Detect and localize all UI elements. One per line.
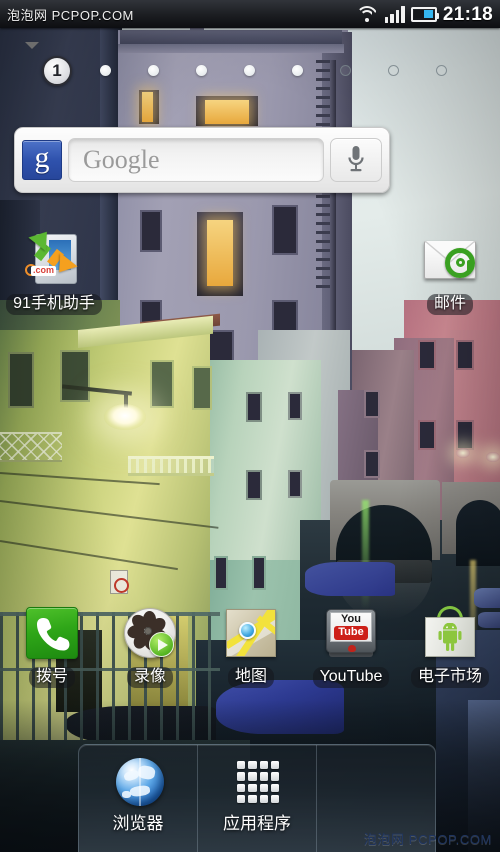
android-robot-icon <box>438 623 462 651</box>
google-search-widget[interactable]: g Google <box>14 127 390 193</box>
page-dot-active[interactable] <box>100 65 111 76</box>
wallpaper-window <box>364 390 380 418</box>
wallpaper-window <box>418 340 436 370</box>
status-bar-watermark: 泡泡网 PCPOP.COM <box>7 7 134 23</box>
page-dot-inactive[interactable] <box>436 65 447 76</box>
film-reel-icon <box>121 605 179 663</box>
app-label: 地图 <box>227 667 274 689</box>
google-logo-icon[interactable]: g <box>22 140 62 180</box>
wallpaper-sign <box>110 570 129 594</box>
wallpaper-lamp-glow <box>486 452 500 462</box>
wallpaper-window <box>192 366 212 410</box>
dock-item-app-drawer[interactable]: 应用程序 <box>197 745 316 852</box>
wallpaper-window <box>272 205 298 255</box>
microphone-icon <box>348 146 364 172</box>
footer-watermark: 泡泡网 PCPOP.COM <box>363 832 492 847</box>
wallpaper-window <box>418 420 436 450</box>
91-assistant-icon: .com <box>25 224 83 290</box>
empty-slot-icon <box>349 755 403 809</box>
wallpaper-window <box>456 340 474 370</box>
app-label: 拨号 <box>28 667 75 689</box>
wallpaper-window-lit <box>207 220 233 286</box>
wallpaper-window <box>364 450 380 478</box>
status-bar-clock: 21:18 <box>442 3 493 25</box>
app-label: 录像 <box>126 667 173 689</box>
app-icon-91-assistant[interactable]: .com 91手机助手 <box>6 224 102 316</box>
dock-item-browser[interactable]: 浏览器 <box>79 745 197 852</box>
wallpaper-street-lamp-glow <box>104 404 146 430</box>
app-label: 邮件 <box>426 294 473 316</box>
wallpaper-window <box>246 470 262 500</box>
app-icon-mail[interactable]: 邮件 <box>402 232 498 316</box>
wallpaper-building-center-roof <box>120 30 342 44</box>
wallpaper-window <box>60 350 90 402</box>
page-dot-active[interactable] <box>244 65 255 76</box>
wallpaper-balcony-iron <box>0 432 62 462</box>
91-assistant-com-text: .com <box>31 265 57 276</box>
app-icon-market[interactable]: 电子市场 <box>402 605 498 689</box>
wallpaper-window <box>288 470 302 498</box>
dock-label: 浏览器 <box>112 814 164 833</box>
wallpaper-window <box>214 556 228 590</box>
wifi-icon <box>355 5 379 23</box>
wallpaper-window-lit <box>205 100 249 124</box>
page-dot-active[interactable] <box>196 65 207 76</box>
app-label: 电子市场 <box>410 667 489 689</box>
market-bag-icon <box>421 605 479 663</box>
mail-icon <box>421 232 479 290</box>
app-icon-youtube[interactable]: You Tube YouTube <box>303 605 399 689</box>
status-bar[interactable]: 泡泡网 PCPOP.COM 21:18 <box>0 0 500 28</box>
wallpaper-bridge-far-arch <box>456 500 500 566</box>
app-label: YouTube <box>312 667 390 689</box>
youtube-logo-bottom: Tube <box>334 626 368 640</box>
page-indicator: 1 <box>0 56 500 90</box>
youtube-icon: You Tube <box>322 605 380 663</box>
wallpaper-window <box>140 210 162 252</box>
wallpaper-window <box>150 360 174 408</box>
search-input[interactable]: Google <box>68 138 324 182</box>
page-number-badge: 1 <box>42 56 72 86</box>
wallpaper-building-center-cornice <box>118 44 344 53</box>
status-bar-indicators: 21:18 <box>355 5 500 24</box>
google-logo-letter: g <box>34 141 50 174</box>
wallpaper-window <box>288 392 302 420</box>
page-dot-inactive[interactable] <box>340 65 351 76</box>
wallpaper-lamp-glow <box>456 448 470 458</box>
wallpaper-window <box>252 556 266 590</box>
wallpaper-window <box>246 392 262 422</box>
voice-search-button[interactable] <box>330 138 382 182</box>
app-label: 91手机助手 <box>6 294 102 316</box>
dock-label: 应用程序 <box>223 814 291 833</box>
grid-icon <box>230 755 284 809</box>
page-dot-inactive[interactable] <box>388 65 399 76</box>
map-icon <box>222 605 280 663</box>
app-icon-dialer[interactable]: 拨号 <box>4 605 100 689</box>
youtube-logo-top: You <box>341 613 361 626</box>
search-placeholder: Google <box>83 145 160 174</box>
wallpaper-boat <box>305 562 395 596</box>
wallpaper-balcony <box>128 456 214 476</box>
page-dot-active[interactable] <box>148 65 159 76</box>
globe-icon <box>111 755 165 809</box>
app-icon-maps[interactable]: 地图 <box>203 605 299 689</box>
wallpaper-window-lit <box>142 92 153 122</box>
page-dot-active[interactable] <box>292 65 303 76</box>
caret-down-icon[interactable] <box>25 42 39 49</box>
wallpaper-window <box>8 352 34 408</box>
wallpaper-window <box>456 420 474 450</box>
signal-icon <box>384 5 405 23</box>
phone-icon <box>23 605 81 663</box>
battery-icon <box>410 6 439 22</box>
app-icon-video[interactable]: 录像 <box>102 605 198 689</box>
